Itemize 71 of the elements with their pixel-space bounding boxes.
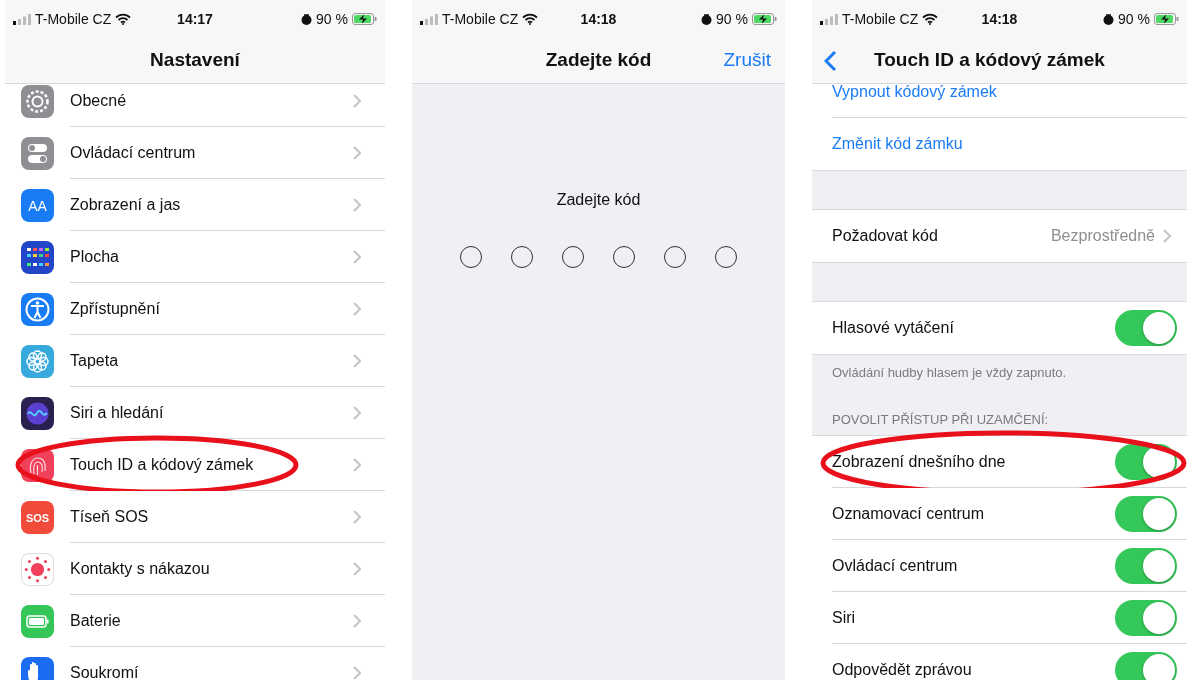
screen-title: Touch ID a kódový zámek (874, 48, 1105, 73)
chevron-icon (1163, 229, 1171, 243)
settings-item[interactable]: Obecné (70, 88, 353, 113)
toggle-switch[interactable] (1115, 547, 1177, 584)
clock-time: 14:17 (176, 9, 214, 29)
settings-item[interactable]: Kontakty s nákazou (70, 556, 353, 581)
settings-item[interactable]: Plocha (70, 244, 353, 269)
battery-icon (752, 13, 777, 25)
chevron-icon (353, 613, 361, 628)
screen-title: Zadejte kód (545, 48, 652, 73)
chevron-icon (353, 457, 361, 472)
setting-label: Oznamovací centrum (832, 503, 986, 524)
passcode-prompt: Zadejte kód (556, 190, 641, 210)
setting-label: Odpovědět zprávou (832, 660, 973, 680)
battery-percent: 90 % (716, 9, 748, 29)
carrier-name: T-Mobile CZ (442, 9, 519, 29)
alarm-clock-icon (1103, 13, 1115, 25)
setting-value: Bezprostředně (1050, 226, 1155, 246)
sos-icon: SOS (21, 500, 54, 534)
chevron-icon (353, 509, 361, 524)
chevron-icon (353, 249, 361, 264)
chevron-icon (353, 353, 361, 368)
carrier-name: T-Mobile CZ (842, 9, 919, 29)
toggle-switch[interactable] (1115, 310, 1177, 346)
settings-item[interactable]: Siri a hledání (70, 400, 353, 425)
setting-label: Hlasové vytáčení (832, 318, 955, 338)
toggle-switch[interactable] (1115, 495, 1177, 532)
settings-item[interactable]: Touch ID a kódový zámek (70, 452, 353, 477)
toggle-switch[interactable] (1115, 599, 1177, 636)
chevron-icon (353, 197, 361, 212)
battery-percent: 90 % (1118, 9, 1150, 29)
settings-item[interactable]: Soukromí (70, 661, 353, 680)
chevron-icon (353, 145, 361, 160)
settings-item[interactable]: Zpřístupnění (70, 296, 353, 321)
alarm-clock-icon (301, 13, 313, 25)
back-button[interactable] (824, 49, 837, 72)
battery-icon (1154, 13, 1179, 25)
link-text[interactable]: Změnit kód zámku (832, 132, 963, 156)
settings-item[interactable]: Baterie (70, 608, 353, 633)
setting-label: Ovládací centrum (832, 555, 959, 576)
toggle-switch[interactable] (1115, 652, 1177, 680)
chevron-icon (353, 301, 361, 316)
clock-time: 14:18 (579, 9, 618, 29)
chevron-icon (353, 405, 361, 420)
setting-label: Siri (832, 607, 857, 628)
wifi-icon (522, 13, 539, 25)
section-header: POVOLIT PŘÍSTUP PŘI UZAMČENÍ: (832, 410, 1049, 429)
setting-label: Zobrazení dnešního dne (832, 451, 1007, 472)
settings-item[interactable]: Tíseň SOS (70, 504, 353, 529)
chevron-icon (353, 561, 361, 576)
battery-percent: 90 % (316, 9, 348, 29)
chevron-icon (353, 666, 361, 680)
battery-icon (352, 13, 377, 25)
screen-title: Nastavení (150, 48, 240, 73)
signal-icon (820, 13, 838, 25)
signal-icon (420, 13, 438, 25)
text-size-icon: AA (21, 188, 54, 222)
chevron-icon (353, 93, 361, 108)
wifi-icon (115, 13, 132, 25)
settings-item[interactable]: Zobrazení a jas (70, 192, 353, 217)
signal-icon (13, 13, 31, 25)
setting-label: Požadovat kód (832, 226, 939, 246)
cancel-button[interactable]: Zrušit (723, 46, 771, 75)
carrier-name: T-Mobile CZ (35, 9, 112, 29)
clock-time: 14:18 (980, 9, 1019, 29)
footer-note: Ovládání hudby hlasem je vždy zapnuto. (832, 365, 1067, 380)
back-chevron-icon (824, 49, 837, 72)
alarm-clock-icon (701, 13, 713, 25)
wifi-icon (922, 13, 939, 25)
settings-item[interactable]: Ovládací centrum (70, 140, 353, 165)
settings-item[interactable]: Tapeta (70, 348, 353, 373)
